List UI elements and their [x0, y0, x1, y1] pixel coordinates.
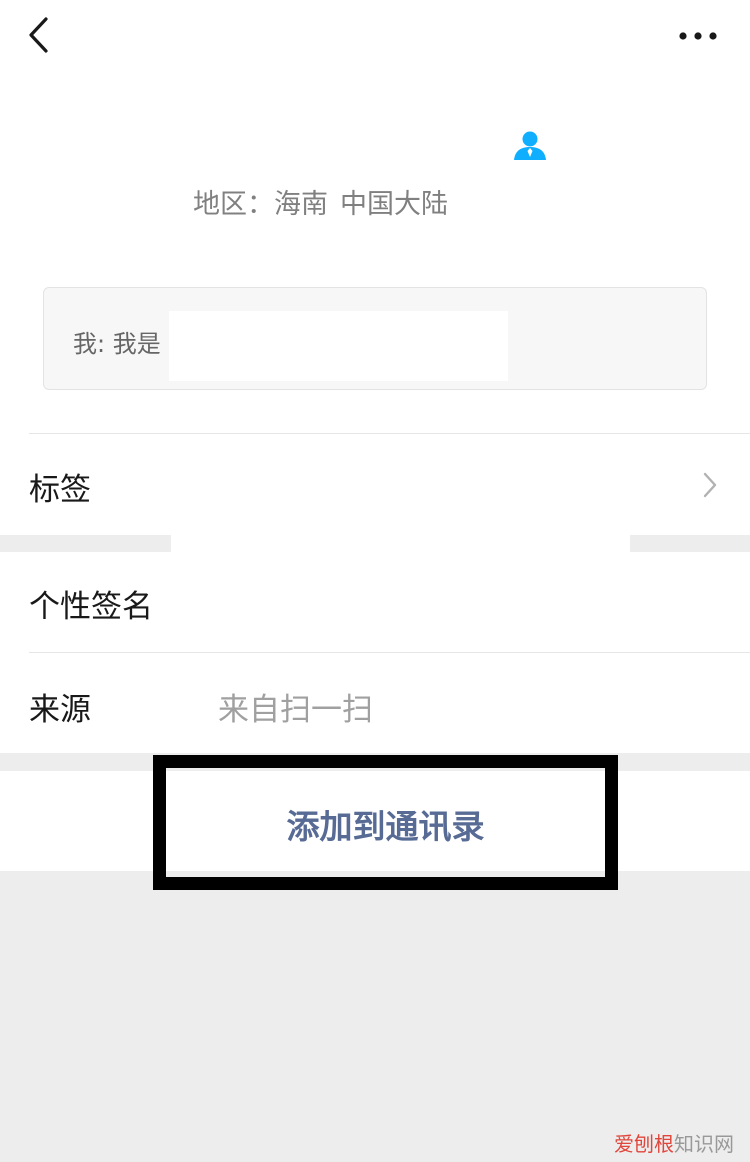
- person-icon: [512, 130, 548, 162]
- watermark-part-2: 知识网: [674, 1132, 734, 1156]
- region-country: 中国大陆: [340, 189, 448, 220]
- source-row-label: 来源: [29, 692, 91, 728]
- chevron-right-icon[interactable]: [700, 470, 720, 500]
- greeting-message-text: 我: 我是: [73, 330, 161, 358]
- add-to-contacts-button[interactable]: 添加到通讯录: [153, 800, 618, 848]
- chevron-left-icon: [29, 17, 48, 53]
- profile-header-section: [0, 0, 750, 535]
- signature-row-label: 个性签名: [29, 589, 153, 625]
- watermark-part-1: 爱刨根: [614, 1132, 674, 1156]
- region-info: 地区：海南 中国大陆: [193, 182, 448, 221]
- ellipsis-icon: [679, 32, 717, 40]
- more-options-button[interactable]: [676, 26, 720, 46]
- source-row-value: 来自扫一扫: [218, 692, 373, 728]
- tags-row-label[interactable]: 标签: [29, 464, 91, 509]
- divider: [29, 433, 750, 434]
- divider: [29, 652, 750, 653]
- redacted-block: [171, 535, 630, 552]
- back-button[interactable]: [26, 16, 56, 56]
- watermark: 爱刨根知识网: [614, 1128, 734, 1157]
- region-label: 地区：: [193, 189, 274, 220]
- region-province: 海南: [274, 189, 328, 220]
- redacted-block: [169, 311, 508, 381]
